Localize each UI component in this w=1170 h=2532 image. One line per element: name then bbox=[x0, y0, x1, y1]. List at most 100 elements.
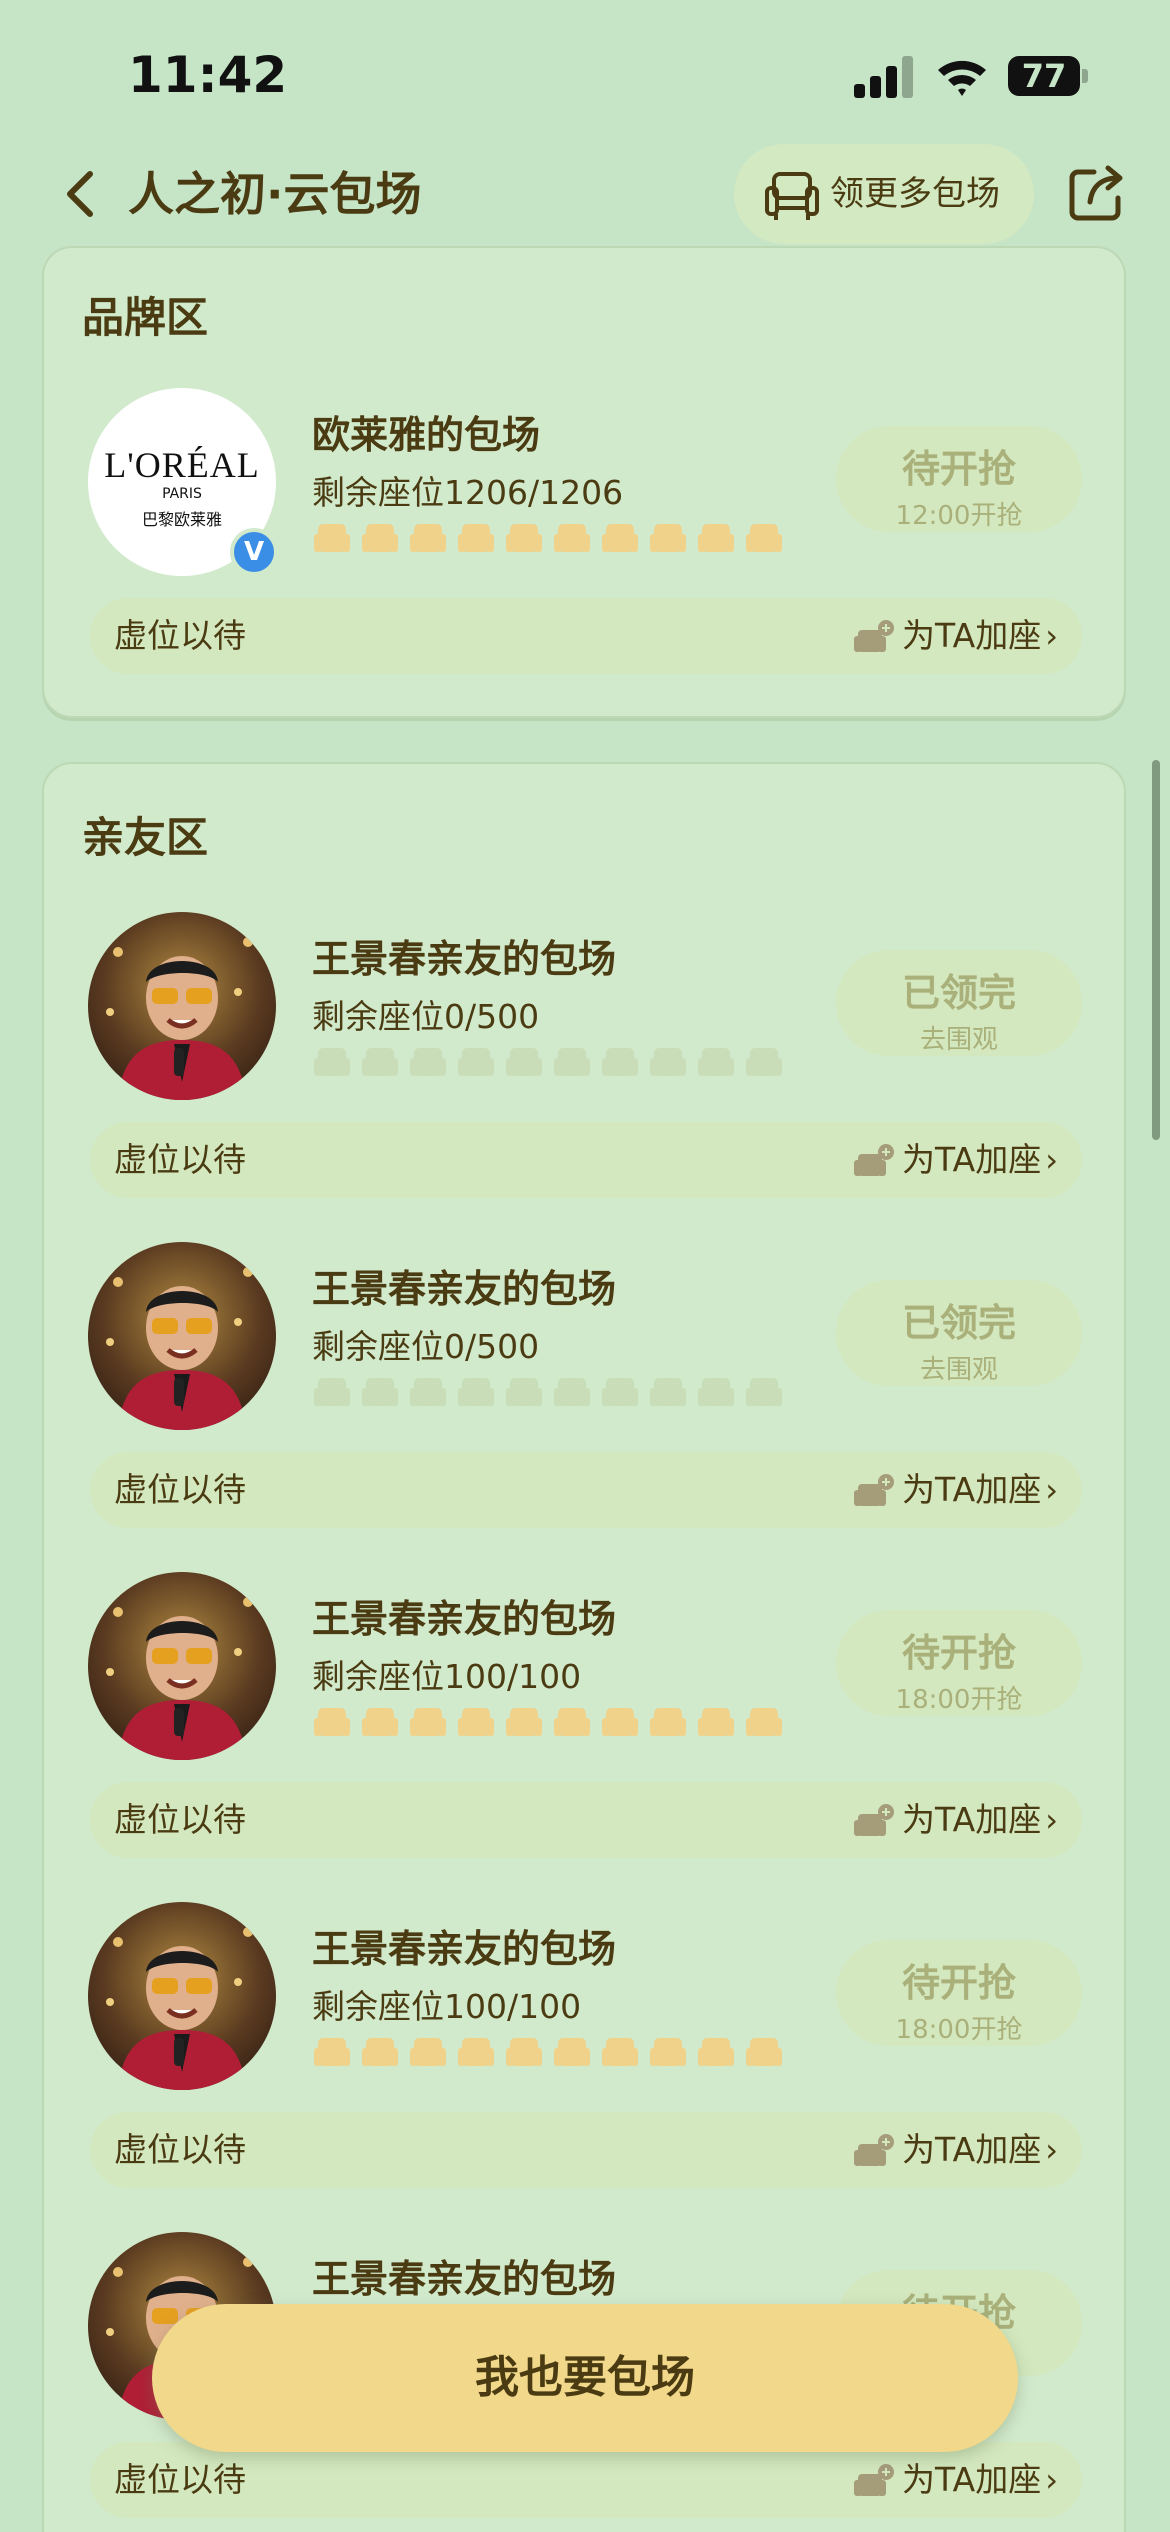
seat-icon bbox=[504, 1702, 544, 1742]
status-button[interactable]: 待开抢 18:00开抢 bbox=[836, 1940, 1082, 2046]
friends-section-title: 亲友区 bbox=[82, 813, 209, 862]
add-seat-label: 为TA加座 bbox=[902, 2460, 1042, 2499]
seat-icon bbox=[360, 1702, 400, 1742]
seat-icon bbox=[600, 1042, 640, 1082]
seat-icon bbox=[408, 518, 448, 558]
add-seat-link[interactable]: 为TA加座 › bbox=[854, 2442, 1058, 2518]
seat-icon bbox=[648, 518, 688, 558]
card-name: 王景春亲友的包场 bbox=[312, 1267, 617, 1311]
brand-card[interactable]: L'ORÉAL PARIS 巴黎欧莱雅 V 欧莱雅的包场 剩余座位1206/12… bbox=[44, 388, 1128, 688]
avatar bbox=[88, 1242, 276, 1430]
card-name: 欧莱雅的包场 bbox=[312, 413, 541, 457]
add-seat-link[interactable]: 为TA加座 › bbox=[854, 598, 1058, 674]
card-name: 王景春亲友的包场 bbox=[312, 937, 617, 981]
seat-icon bbox=[360, 2032, 400, 2072]
status-button[interactable]: 待开抢 18:00开抢 bbox=[836, 1610, 1082, 1716]
card-bottom-bar[interactable]: 虚位以待 为TA加座 › bbox=[90, 2112, 1082, 2188]
status-main: 待开抢 bbox=[901, 1961, 1016, 2005]
seat-icon bbox=[456, 1702, 496, 1742]
status-time: 11:42 bbox=[128, 46, 288, 104]
status-button[interactable]: 已领完 去围观 bbox=[836, 950, 1082, 1056]
chevron-right-icon: › bbox=[1045, 2461, 1058, 2499]
friend-card[interactable]: 王景春亲友的包场 剩余座位100/100 待开抢 18:00开抢 虚位以待 为T… bbox=[44, 1902, 1128, 2202]
card-bottom-bar[interactable]: 虚位以待 为TA加座 › bbox=[90, 1122, 1082, 1198]
card-bottom-bar[interactable]: 虚位以待 为TA加座 › bbox=[90, 1452, 1082, 1528]
add-seat-label: 为TA加座 bbox=[902, 1470, 1042, 1509]
card-seats: 剩余座位0/500 bbox=[312, 997, 540, 1036]
seat-icon bbox=[552, 1702, 592, 1742]
bar-left-text: 虚位以待 bbox=[114, 2460, 246, 2499]
chevron-right-icon: › bbox=[1045, 1141, 1058, 1179]
seat-icon bbox=[504, 1042, 544, 1082]
seat-icon bbox=[600, 1372, 640, 1412]
card-name: 王景春亲友的包场 bbox=[312, 1597, 617, 1641]
sofa-icon bbox=[765, 172, 819, 220]
friend-card[interactable]: 王景春亲友的包场 剩余座位0/500 已领完 去围观 虚位以待 为TA加座 › bbox=[44, 1242, 1128, 1542]
seat-icon bbox=[456, 518, 496, 558]
card-bottom-bar[interactable]: 虚位以待 为TA加座 › bbox=[90, 598, 1082, 674]
book-event-button[interactable]: 我也要包场 bbox=[152, 2304, 1018, 2452]
card-seats: 剩余座位1206/1206 bbox=[312, 473, 624, 512]
add-seat-link[interactable]: 为TA加座 › bbox=[854, 1782, 1058, 1858]
seat-icon bbox=[408, 1702, 448, 1742]
bar-left-text: 虚位以待 bbox=[114, 1800, 246, 1839]
friends-section: 亲友区 王景春亲友的包场 剩余座位0/500 已领完 去围观 虚位以待 为TA加… bbox=[42, 762, 1126, 2532]
seat-icon bbox=[744, 1702, 784, 1742]
card-seats: 剩余座位100/100 bbox=[312, 1657, 582, 1696]
bar-left-text: 虚位以待 bbox=[114, 2130, 246, 2169]
bar-left-text: 虚位以待 bbox=[114, 1470, 246, 1509]
wifi-icon bbox=[938, 60, 986, 96]
brand-section: 品牌区 L'ORÉAL PARIS 巴黎欧莱雅 V 欧莱雅的包场 剩余座位120… bbox=[42, 246, 1126, 718]
add-seat-label: 为TA加座 bbox=[902, 1140, 1042, 1179]
seat-icon bbox=[696, 2032, 736, 2072]
add-seat-link[interactable]: 为TA加座 › bbox=[854, 2112, 1058, 2188]
status-main: 待开抢 bbox=[901, 1631, 1016, 1675]
add-seat-label: 为TA加座 bbox=[902, 616, 1042, 655]
seat-icon bbox=[744, 1372, 784, 1412]
add-seat-link[interactable]: 为TA加座 › bbox=[854, 1122, 1058, 1198]
brand-logo-sub: PARIS bbox=[162, 486, 202, 502]
add-seat-icon bbox=[854, 2464, 894, 2500]
seat-icon bbox=[408, 1372, 448, 1412]
status-button[interactable]: 已领完 去围观 bbox=[836, 1280, 1082, 1386]
seat-icon bbox=[360, 1042, 400, 1082]
status-main: 待开抢 bbox=[901, 447, 1016, 491]
status-bar: 11:42 77 bbox=[0, 0, 1170, 150]
back-icon[interactable] bbox=[56, 162, 106, 226]
verified-icon: V bbox=[230, 528, 278, 576]
seat-icon bbox=[552, 2032, 592, 2072]
add-seat-link[interactable]: 为TA加座 › bbox=[854, 1452, 1058, 1528]
status-button[interactable]: 待开抢 12:00开抢 bbox=[836, 426, 1082, 532]
card-name: 王景春亲友的包场 bbox=[312, 1927, 617, 1971]
seat-icon bbox=[600, 518, 640, 558]
avatar bbox=[88, 912, 276, 1100]
card-bottom-bar[interactable]: 虚位以待 为TA加座 › bbox=[90, 2442, 1082, 2518]
more-booking-button[interactable]: 领更多包场 bbox=[734, 144, 1034, 244]
status-sub: 去围观 bbox=[919, 1025, 998, 1055]
friend-card[interactable]: 王景春亲友的包场 剩余座位100/100 待开抢 18:00开抢 虚位以待 为T… bbox=[44, 1572, 1128, 1872]
friend-card[interactable]: 王景春亲友的包场 剩余座位0/500 已领完 去围观 虚位以待 为TA加座 › bbox=[44, 912, 1128, 1212]
card-bottom-bar[interactable]: 虚位以待 为TA加座 › bbox=[90, 1782, 1082, 1858]
brand-logo-text: L'ORÉAL bbox=[104, 445, 260, 485]
add-seat-icon bbox=[854, 1804, 894, 1840]
status-sub: 18:00开抢 bbox=[895, 1685, 1023, 1715]
scrollbar[interactable] bbox=[1152, 760, 1160, 1140]
seat-icon bbox=[408, 1042, 448, 1082]
seat-icon bbox=[312, 1702, 352, 1742]
seat-row bbox=[312, 518, 792, 562]
status-sub: 12:00开抢 bbox=[895, 501, 1023, 531]
seat-icon bbox=[312, 1372, 352, 1412]
add-seat-label: 为TA加座 bbox=[902, 1800, 1042, 1839]
seat-icon bbox=[312, 1042, 352, 1082]
card-seats: 剩余座位0/500 bbox=[312, 1327, 540, 1366]
status-main: 已领完 bbox=[901, 1301, 1016, 1345]
share-icon[interactable] bbox=[1068, 162, 1126, 224]
add-seat-icon bbox=[854, 620, 894, 656]
seat-icon bbox=[312, 518, 352, 558]
avatar bbox=[88, 1572, 276, 1760]
seat-icon bbox=[744, 1042, 784, 1082]
signal-icon bbox=[854, 56, 916, 98]
card-seats: 剩余座位100/100 bbox=[312, 1987, 582, 2026]
add-seat-icon bbox=[854, 1144, 894, 1180]
seat-icon bbox=[696, 1042, 736, 1082]
